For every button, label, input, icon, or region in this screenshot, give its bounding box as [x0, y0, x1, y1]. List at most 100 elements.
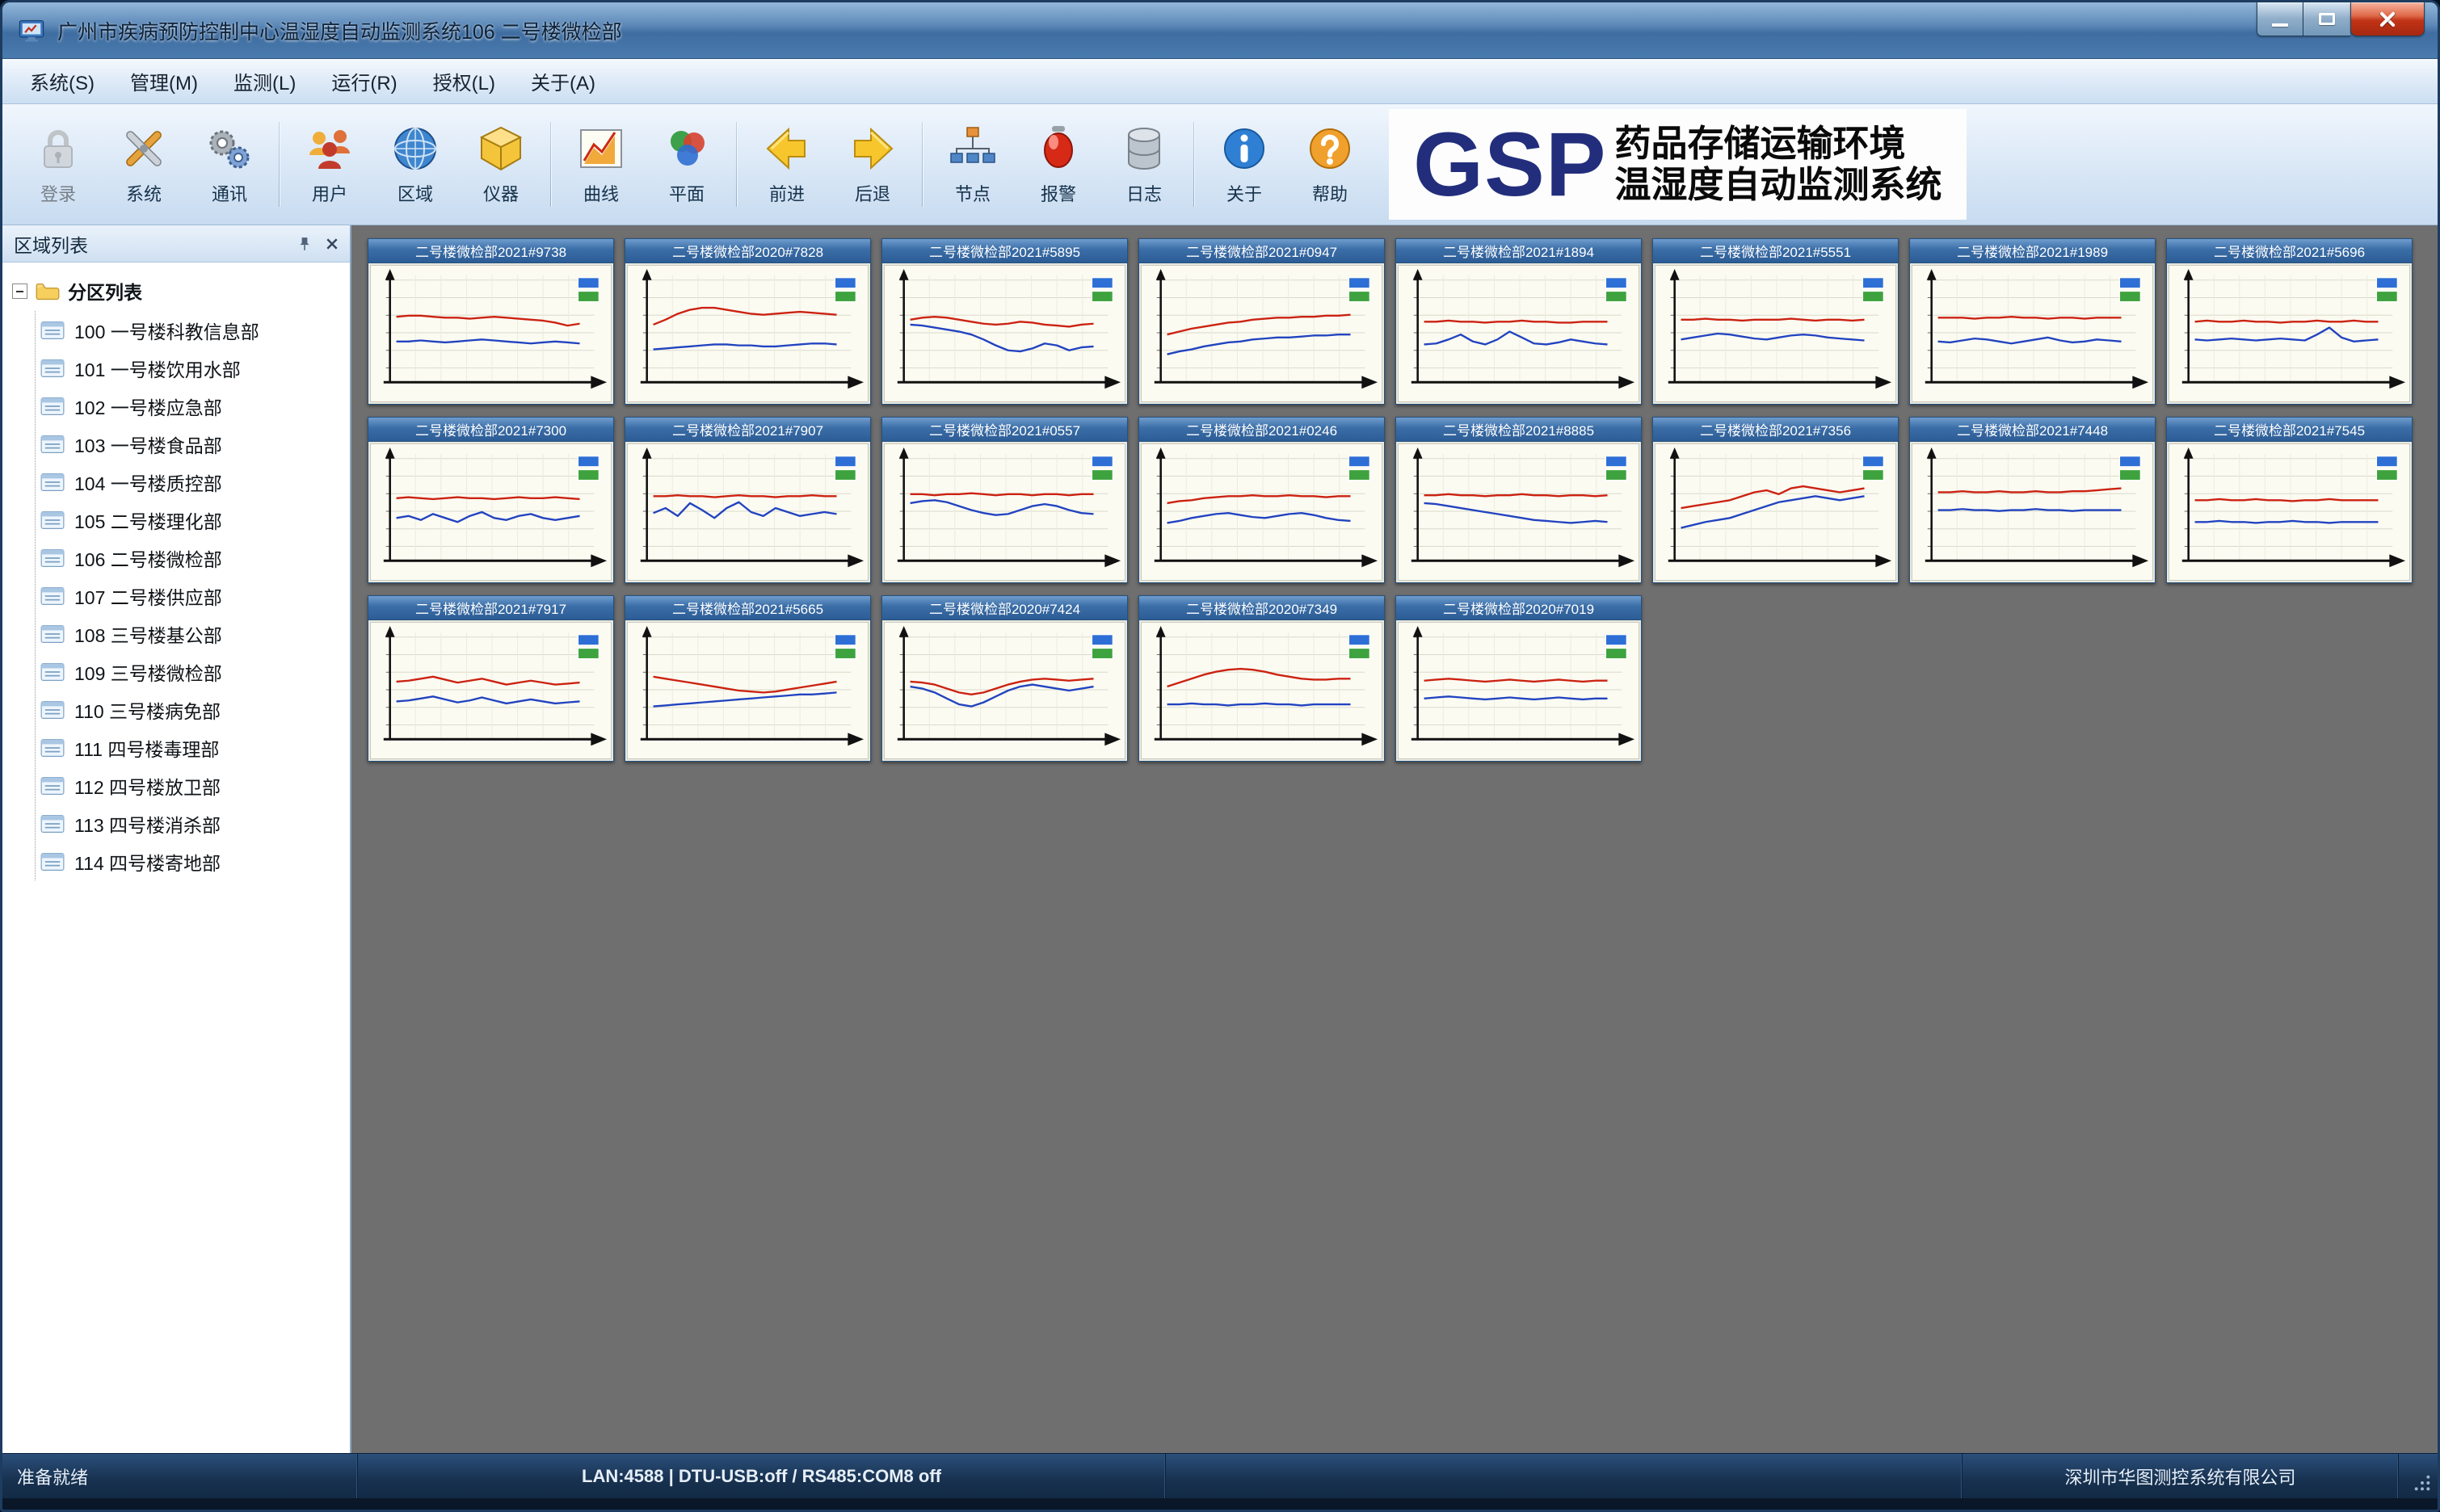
- chart-panel[interactable]: 二号楼微检部2021#5551: [1652, 238, 1899, 405]
- plane-icon: [661, 123, 713, 174]
- chart-panel[interactable]: 二号楼微检部2021#5665: [625, 595, 871, 762]
- toolbar-button-登录[interactable]: 登录: [15, 109, 101, 220]
- toolbar-button-系统[interactable]: 系统: [101, 109, 187, 220]
- chart-panel[interactable]: 二号楼微检部2021#8885: [1395, 417, 1642, 583]
- tree-item[interactable]: 110 三号楼病免部: [40, 691, 342, 729]
- folder-icon: [36, 282, 60, 300]
- chart-panel[interactable]: 二号楼微检部2020#7019: [1395, 595, 1642, 762]
- app-icon: [17, 16, 46, 45]
- region-tree: 分区列表 100 一号楼科教信息部 101 一号楼饮用水部 102 一号楼应急部…: [2, 262, 350, 1453]
- tree-item[interactable]: 104 一号楼质控部: [40, 463, 342, 501]
- device-icon: [40, 814, 65, 834]
- chart-panel[interactable]: 二号楼微检部2021#0947: [1138, 238, 1385, 405]
- arrow-right-icon: [847, 123, 898, 174]
- close-panel-icon[interactable]: [326, 237, 339, 250]
- chart-panel[interactable]: 二号楼微检部2021#7907: [625, 417, 871, 583]
- chart-panel[interactable]: 二号楼微检部2020#7424: [881, 595, 1128, 762]
- toolbar-button-前进[interactable]: 前进: [744, 109, 830, 220]
- toolbar-button-节点[interactable]: 节点: [930, 109, 1016, 220]
- chart-panel[interactable]: 二号楼微检部2020#7349: [1138, 595, 1385, 762]
- menu-item[interactable]: 管理(M): [112, 60, 216, 103]
- panel-chart: [1398, 622, 1639, 759]
- minimize-button[interactable]: [2257, 2, 2303, 36]
- tree-item[interactable]: 114 四号楼寄地部: [40, 842, 342, 880]
- status-company: 深圳市华图测控系统有限公司: [1963, 1454, 2399, 1498]
- tree-item[interactable]: 103 一号楼食品部: [40, 425, 342, 463]
- toolbar-button-日志[interactable]: 日志: [1101, 109, 1187, 220]
- tree-item[interactable]: 100 一号楼科教信息部: [40, 311, 342, 349]
- chart-panel[interactable]: 二号楼微检部2021#5696: [2166, 238, 2413, 405]
- tree-item[interactable]: 113 四号楼消杀部: [40, 804, 342, 842]
- tree-root[interactable]: 分区列表: [11, 274, 342, 311]
- resize-grip[interactable]: [2399, 1454, 2438, 1498]
- panel-chart: [627, 265, 869, 402]
- globe-icon: [389, 123, 441, 174]
- panel-title: 二号楼微检部2021#5895: [882, 239, 1127, 263]
- gsp-logo-line1: 药品存储运输环境: [1615, 124, 1942, 164]
- toolbar-button-后退[interactable]: 后退: [830, 109, 915, 220]
- toolbar-button-帮助[interactable]: 帮助: [1287, 109, 1373, 220]
- menu-item[interactable]: 系统(S): [12, 60, 112, 103]
- tree-item-label: 102 一号楼应急部: [74, 393, 222, 420]
- toolbar-button-label: 仪器: [483, 180, 519, 206]
- toolbar-button-平面[interactable]: 平面: [644, 109, 730, 220]
- tree-item[interactable]: 102 一号楼应急部: [40, 387, 342, 425]
- panel-title: 二号楼微检部2021#1989: [1910, 239, 2155, 263]
- device-icon: [40, 510, 65, 530]
- toolbar-button-曲线[interactable]: 曲线: [558, 109, 644, 220]
- chart-panel[interactable]: 二号楼微检部2021#7448: [1909, 417, 2156, 583]
- tree-item-label: 103 一号楼食品部: [74, 430, 222, 458]
- tree-item[interactable]: 101 一号楼饮用水部: [40, 349, 342, 387]
- chart-panel[interactable]: 二号楼微检部2020#7828: [625, 238, 871, 405]
- collapse-icon[interactable]: [12, 284, 27, 299]
- toolbar-separator: [279, 122, 280, 207]
- toolbar-button-报警[interactable]: 报警: [1016, 109, 1101, 220]
- panel-chart: [370, 622, 612, 759]
- chart-panel[interactable]: 二号楼微检部2021#5895: [881, 238, 1128, 405]
- panel-title: 二号楼微检部2020#7019: [1396, 596, 1641, 620]
- tree-item[interactable]: 105 二号楼理化部: [40, 501, 342, 539]
- chart-panel[interactable]: 二号楼微检部2021#7545: [2166, 417, 2413, 583]
- menu-item[interactable]: 监测(L): [216, 60, 313, 103]
- chart-panel[interactable]: 二号楼微检部2021#7300: [368, 417, 614, 583]
- chart-panel[interactable]: 二号楼微检部2021#0557: [881, 417, 1128, 583]
- menu-item[interactable]: 授权(L): [415, 60, 513, 103]
- tree-item[interactable]: 109 三号楼微检部: [40, 653, 342, 691]
- chart-panel[interactable]: 二号楼微检部2021#9738: [368, 238, 614, 405]
- close-button[interactable]: [2350, 2, 2425, 36]
- chart-panel[interactable]: 二号楼微检部2021#1894: [1395, 238, 1642, 405]
- titlebar: 广州市疾病预防控制中心温湿度自动监测系统106 二号楼微检部: [2, 2, 2438, 59]
- device-icon: [40, 586, 65, 606]
- tree-item[interactable]: 106 二号楼微检部: [40, 539, 342, 577]
- tree-item[interactable]: 108 三号楼基公部: [40, 615, 342, 653]
- tools-icon: [118, 123, 170, 174]
- toolbar-button-label: 登录: [40, 180, 76, 206]
- toolbar-button-label: 后退: [855, 180, 890, 206]
- toolbar-button-关于[interactable]: 关于: [1201, 109, 1287, 220]
- menu-item[interactable]: 运行(R): [313, 60, 414, 103]
- dashboard: 二号楼微检部2021#9738 二号楼微检部2020#7828 二号楼微检部20…: [351, 225, 2438, 1453]
- chart-panel[interactable]: 二号楼微检部2021#7356: [1652, 417, 1899, 583]
- sidebar-header: 区域列表: [2, 225, 350, 262]
- menu-item[interactable]: 关于(A): [513, 60, 613, 103]
- panel-chart: [1912, 265, 2153, 402]
- tree-item-label: 101 一号楼饮用水部: [74, 355, 241, 382]
- toolbar-button-仪器[interactable]: 仪器: [458, 109, 544, 220]
- gsp-logo-line2: 温湿度自动监测系统: [1615, 165, 1942, 205]
- toolbar-button-label: 日志: [1126, 180, 1162, 206]
- tree-item[interactable]: 111 四号楼毒理部: [40, 729, 342, 766]
- chart-panel[interactable]: 二号楼微检部2021#7917: [368, 595, 614, 762]
- pin-icon[interactable]: [298, 237, 311, 251]
- chart-panel[interactable]: 二号楼微检部2021#1989: [1909, 238, 2156, 405]
- tree-item[interactable]: 112 四号楼放卫部: [40, 766, 342, 804]
- toolbar-button-通讯[interactable]: 通讯: [187, 109, 272, 220]
- status-bar: 准备就绪 LAN:4588 | DTU-USB:off / RS485:COM8…: [2, 1453, 2438, 1498]
- toolbar-button-区域[interactable]: 区域: [372, 109, 458, 220]
- panel-title: 二号楼微检部2020#7349: [1139, 596, 1384, 620]
- toolbar-button-用户[interactable]: 用户: [287, 109, 372, 220]
- tree-item-label: 107 二号楼供应部: [74, 582, 222, 610]
- panel-title: 二号楼微检部2021#5665: [625, 596, 870, 620]
- chart-panel[interactable]: 二号楼微检部2021#0246: [1138, 417, 1385, 583]
- maximize-button[interactable]: [2303, 2, 2350, 36]
- tree-item[interactable]: 107 二号楼供应部: [40, 577, 342, 615]
